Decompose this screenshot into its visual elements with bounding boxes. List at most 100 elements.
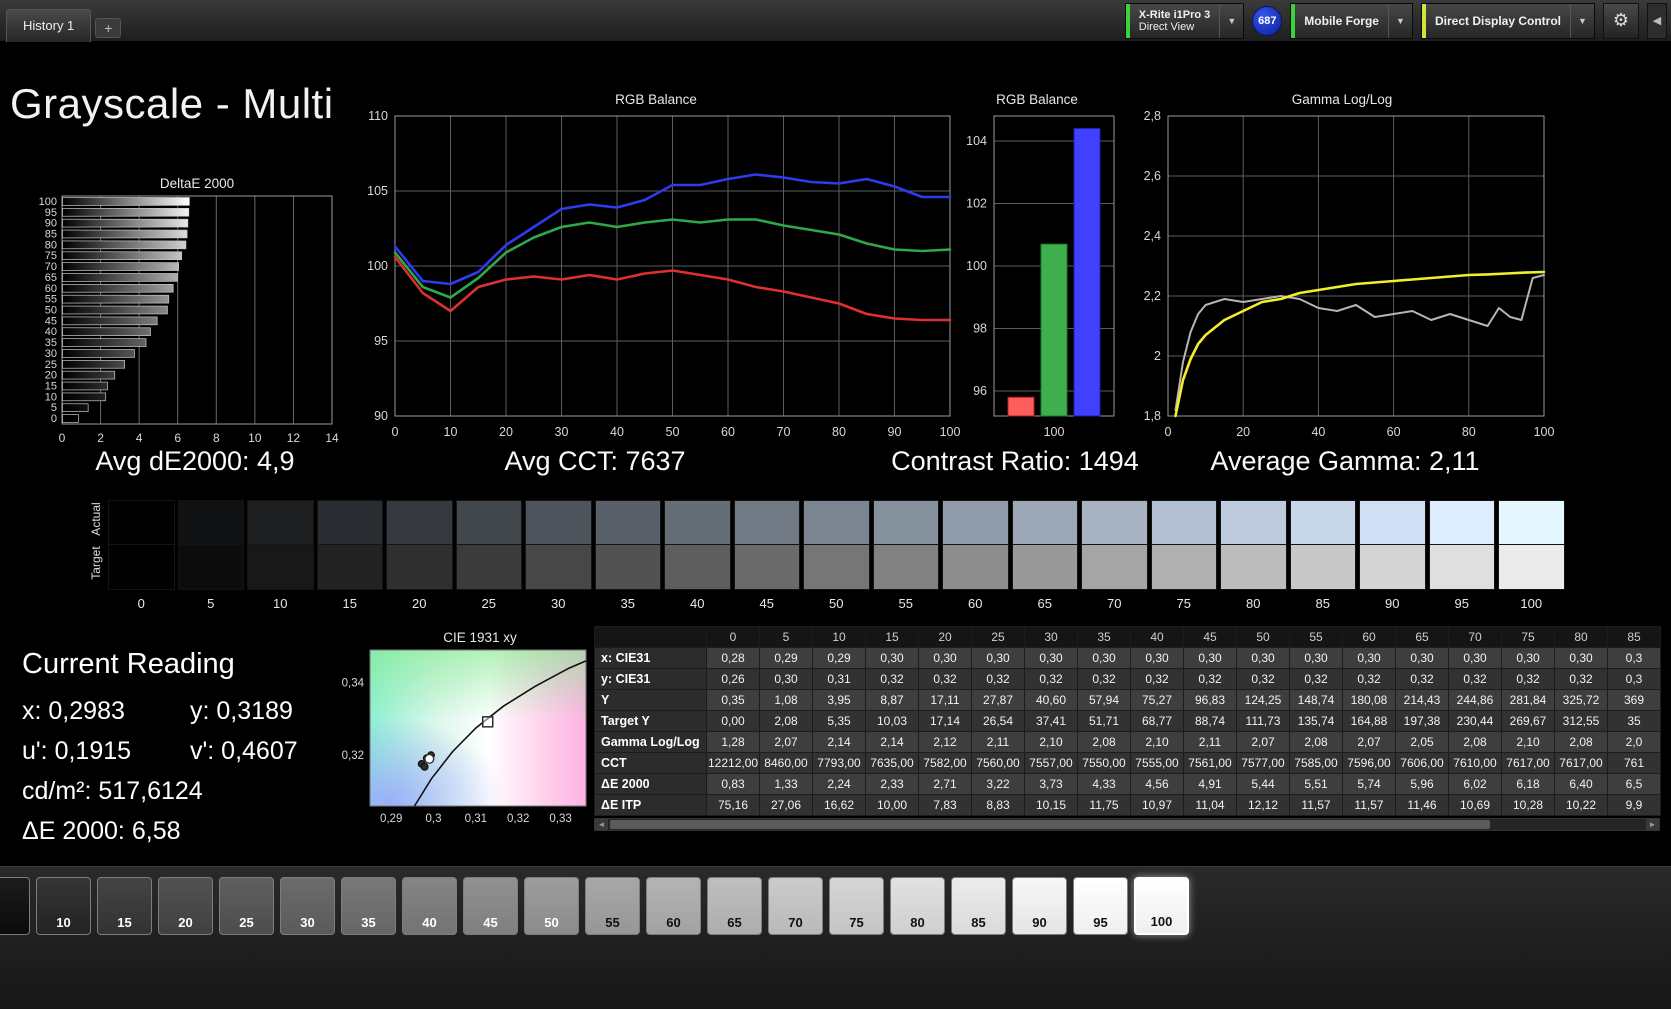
svg-text:20: 20 bbox=[1236, 425, 1250, 439]
patch-button-50[interactable]: 50 bbox=[524, 877, 579, 935]
table-cell: 3,73 bbox=[1025, 774, 1078, 795]
target-patch bbox=[317, 545, 384, 590]
table-column-header: 70 bbox=[1449, 627, 1502, 648]
swatch-level-label: 85 bbox=[1290, 596, 1357, 611]
patch-button-70[interactable]: 70 bbox=[768, 877, 823, 935]
target-patch bbox=[595, 545, 662, 590]
table-cell: 0,30 bbox=[1131, 648, 1184, 669]
table-cell: 17,11 bbox=[919, 690, 972, 711]
gray-swatch-100: 100 bbox=[1498, 500, 1565, 611]
table-cell: 8,83 bbox=[972, 795, 1025, 816]
svg-text:0: 0 bbox=[51, 413, 57, 425]
gamma-log-chart: 0204060801001,822,22,42,62,8 bbox=[1124, 108, 1560, 444]
patch-button-clipped[interactable] bbox=[0, 877, 30, 935]
target-patch bbox=[1220, 545, 1287, 590]
target-patch bbox=[1151, 545, 1218, 590]
table-cell: 0,32 bbox=[1502, 669, 1555, 690]
table-cell: 0,3 bbox=[1608, 669, 1661, 690]
scroll-left-icon[interactable]: ◄ bbox=[595, 819, 608, 830]
table-cell: 40,60 bbox=[1025, 690, 1078, 711]
tab-history-1[interactable]: History 1 bbox=[6, 9, 91, 42]
meter-mode: Direct View bbox=[1139, 21, 1211, 33]
patch-button-95[interactable]: 95 bbox=[1073, 877, 1128, 935]
swatch-level-label: 60 bbox=[942, 596, 1009, 611]
svg-text:105: 105 bbox=[367, 184, 388, 198]
table-scrollbar[interactable]: ◄ ► bbox=[594, 818, 1660, 831]
chevron-down-icon[interactable]: ▼ bbox=[1388, 4, 1412, 38]
patch-button-90[interactable]: 90 bbox=[1012, 877, 1067, 935]
table-column-header: 20 bbox=[919, 627, 972, 648]
swatch-level-label: 70 bbox=[1081, 596, 1148, 611]
actual-patch bbox=[1220, 500, 1287, 545]
deltae-chart-block: DeltaE 2000 0246810121410095908580757065… bbox=[30, 176, 364, 455]
table-row-label: Y bbox=[595, 690, 707, 711]
table-cell: 10,69 bbox=[1449, 795, 1502, 816]
patch-button-25[interactable]: 25 bbox=[219, 877, 274, 935]
table-row: Target Y0,002,085,3510,0317,1426,5437,41… bbox=[595, 711, 1661, 732]
gray-swatch-70: 70 bbox=[1081, 500, 1148, 611]
svg-text:0: 0 bbox=[59, 431, 66, 445]
table-cell: 6,40 bbox=[1555, 774, 1608, 795]
patch-button-80[interactable]: 80 bbox=[890, 877, 945, 935]
source-selector[interactable]: Mobile Forge ▼ bbox=[1290, 3, 1413, 39]
meter-selector[interactable]: X-Rite i1Pro 3 Direct View ▼ bbox=[1125, 3, 1245, 39]
patch-button-75[interactable]: 75 bbox=[829, 877, 884, 935]
table-cell: 0,30 bbox=[1396, 648, 1449, 669]
svg-text:0,32: 0,32 bbox=[342, 750, 364, 762]
gray-swatch-25: 25 bbox=[456, 500, 523, 611]
table-cell: 111,73 bbox=[1237, 711, 1290, 732]
table-column-header: 5 bbox=[760, 627, 813, 648]
scroll-right-icon[interactable]: ► bbox=[1646, 819, 1659, 830]
patch-button-20[interactable]: 20 bbox=[158, 877, 213, 935]
patch-button-85[interactable]: 85 bbox=[951, 877, 1006, 935]
table-row-label: Target Y bbox=[595, 711, 707, 732]
patch-button-55[interactable]: 55 bbox=[585, 877, 640, 935]
gray-swatch-65: 65 bbox=[1012, 500, 1079, 611]
add-tab-button[interactable]: + bbox=[95, 18, 121, 38]
svg-text:90: 90 bbox=[374, 409, 388, 423]
table-cell: 0,32 bbox=[919, 669, 972, 690]
table-cell: 0,29 bbox=[813, 648, 866, 669]
table-cell: 7596,00 bbox=[1343, 753, 1396, 774]
patch-button-30[interactable]: 30 bbox=[280, 877, 335, 935]
table-column-header: 35 bbox=[1078, 627, 1131, 648]
patch-button-65[interactable]: 65 bbox=[707, 877, 762, 935]
patch-button-10[interactable]: 10 bbox=[36, 877, 91, 935]
table-cell: 11,57 bbox=[1343, 795, 1396, 816]
table-row: Gamma Log/Log1,282,072,142,142,122,112,1… bbox=[595, 732, 1661, 753]
table-cell: 7560,00 bbox=[972, 753, 1025, 774]
patch-button-35[interactable]: 35 bbox=[341, 877, 396, 935]
gear-icon[interactable]: ⚙ bbox=[1603, 3, 1639, 39]
actual-patch bbox=[595, 500, 662, 545]
table-cell: 4,91 bbox=[1184, 774, 1237, 795]
table-cell: 10,97 bbox=[1131, 795, 1184, 816]
scrollbar-thumb[interactable] bbox=[610, 820, 1490, 829]
swatch-level-label: 20 bbox=[386, 596, 453, 611]
display-control-selector[interactable]: Direct Display Control ▼ bbox=[1421, 3, 1595, 39]
table-column-header: 25 bbox=[972, 627, 1025, 648]
table-cell: 0,83 bbox=[707, 774, 760, 795]
table-cell: 6,02 bbox=[1449, 774, 1502, 795]
table-cell: 1,33 bbox=[760, 774, 813, 795]
table-cell: 164,88 bbox=[1343, 711, 1396, 732]
svg-text:0,31: 0,31 bbox=[465, 813, 487, 825]
target-patch bbox=[664, 545, 731, 590]
collapse-panel-icon[interactable]: ◀ bbox=[1647, 3, 1667, 39]
patch-button-60[interactable]: 60 bbox=[646, 877, 701, 935]
chevron-down-icon[interactable]: ▼ bbox=[1570, 4, 1594, 38]
gray-swatch-20: 20 bbox=[386, 500, 453, 611]
actual-patch bbox=[1359, 500, 1426, 545]
chevron-down-icon[interactable]: ▼ bbox=[1219, 4, 1243, 38]
patch-button-100[interactable]: 100 bbox=[1134, 877, 1189, 935]
table-cell: 10,22 bbox=[1555, 795, 1608, 816]
table-cell: 68,77 bbox=[1131, 711, 1184, 732]
cie-1931-chart: 0,290,30,310,320,330,320,34 bbox=[330, 646, 592, 838]
table-row: Y0,351,083,958,8717,1127,8740,6057,9475,… bbox=[595, 690, 1661, 711]
patch-button-15[interactable]: 15 bbox=[97, 877, 152, 935]
patch-button-40[interactable]: 40 bbox=[402, 877, 457, 935]
table-cell: 75,27 bbox=[1131, 690, 1184, 711]
patch-button-45[interactable]: 45 bbox=[463, 877, 518, 935]
table-cell: 0,32 bbox=[1290, 669, 1343, 690]
deltae-chart-title: DeltaE 2000 bbox=[30, 176, 364, 192]
table-cell: 37,41 bbox=[1025, 711, 1078, 732]
